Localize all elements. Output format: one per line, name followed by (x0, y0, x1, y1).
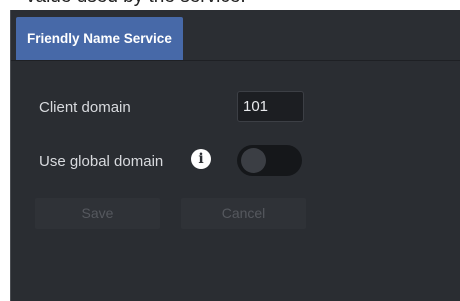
tab-bar: Friendly Name Service (11, 10, 460, 61)
cancel-button[interactable]: Cancel (181, 198, 306, 229)
settings-form: Client domain Use global domain i Save C… (11, 61, 460, 301)
client-domain-label: Client domain (39, 99, 131, 116)
info-icon[interactable]: i (191, 149, 211, 169)
tab-friendly-name-service[interactable]: Friendly Name Service (16, 17, 183, 60)
top-partial-text: value used by the service. (26, 0, 246, 8)
top-context-strip: value used by the service. (0, 0, 460, 10)
friendly-name-service-panel: Friendly Name Service Client domain Use … (10, 10, 460, 301)
client-domain-input[interactable] (237, 91, 304, 122)
save-button[interactable]: Save (35, 198, 160, 229)
use-global-domain-label: Use global domain (39, 153, 164, 170)
use-global-domain-toggle[interactable] (237, 145, 302, 176)
toggle-knob (241, 148, 266, 173)
